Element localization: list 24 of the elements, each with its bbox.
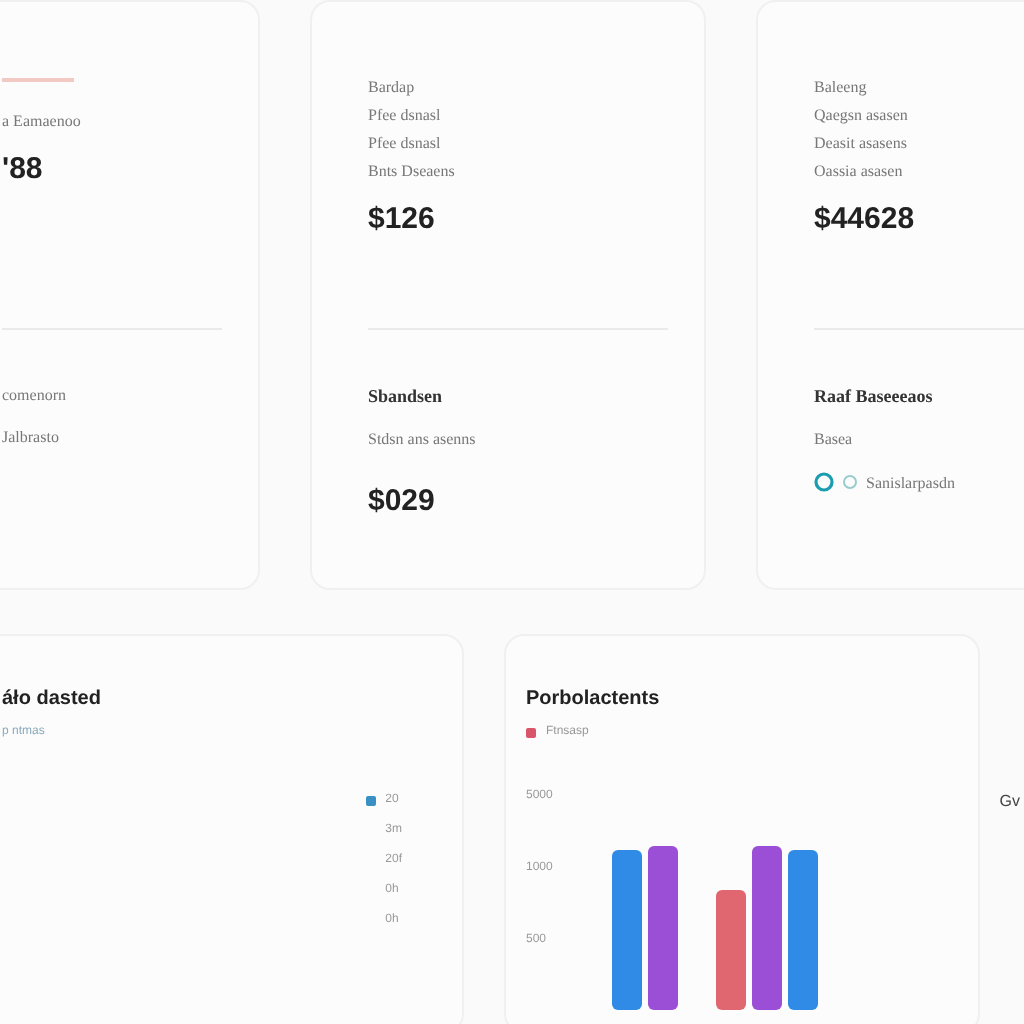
stat-label: Pfee dsnasl <box>368 134 443 152</box>
stat-amount: $126 <box>368 202 437 236</box>
stat-label: Oassia asasen <box>814 162 905 180</box>
section-title: Raaf Baseeeaos <box>814 386 935 406</box>
stat-label: Deasit asasens <box>814 134 909 152</box>
stat-label: Pfee dsnasl <box>368 106 443 124</box>
section-title: Sbandsen <box>368 386 445 406</box>
panel-title: Gv <box>999 792 1020 810</box>
circle-icon <box>842 474 858 490</box>
stat-label: Stdsn ans asenns <box>368 430 478 448</box>
stat-label: Qaegsn asasen <box>814 106 910 124</box>
stat-label: Jalbrasto <box>2 428 61 446</box>
panel-title: Porbolactents <box>526 688 662 710</box>
stat-amount: $44628 <box>814 202 917 236</box>
stat-label: Baleeng <box>814 78 869 96</box>
stat-label: Bardap <box>368 78 417 96</box>
panel-title: áło dasted <box>2 688 103 710</box>
stat-amount: '88 <box>2 152 45 186</box>
status-label: Sanislarpasdn <box>866 473 955 491</box>
stat-label: a Eamaenoo <box>2 112 83 130</box>
stat-label: Basea <box>814 430 855 448</box>
stat-amount: $029 <box>368 484 437 518</box>
stat-label: Bnts Dseaens <box>368 162 457 180</box>
stat-label: comenorn <box>2 386 68 404</box>
